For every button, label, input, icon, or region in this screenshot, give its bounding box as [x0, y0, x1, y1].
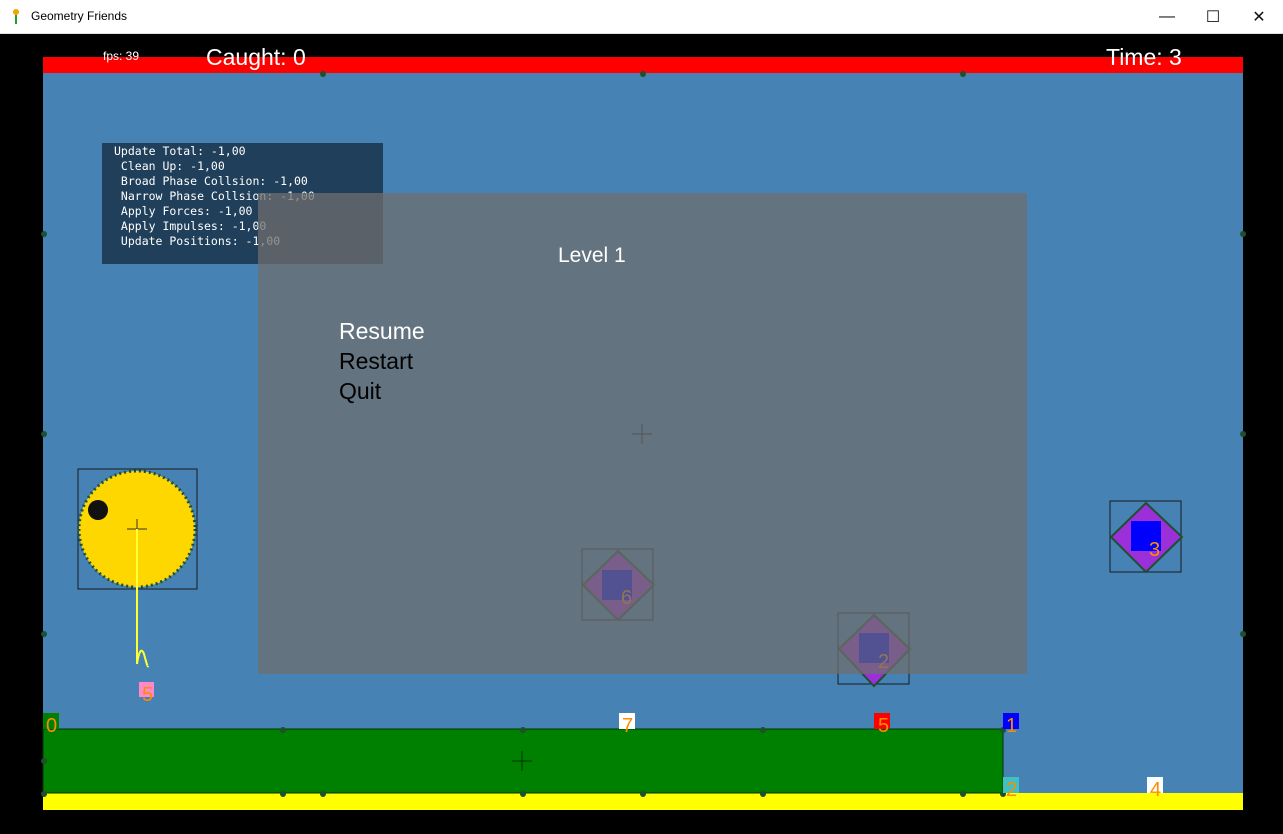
caught-counter: Caught: 0	[206, 44, 306, 70]
marker-label-2: 2	[1006, 779, 1018, 801]
time-counter: Time: 3	[1106, 44, 1182, 70]
marker-label-1: 1	[1006, 715, 1018, 737]
stat-clean-up: Clean Up: -1,00	[114, 159, 225, 173]
minimize-button[interactable]: —	[1144, 0, 1190, 33]
marker-label-7: 7	[622, 715, 634, 737]
menu-restart[interactable]: Restart	[339, 348, 413, 375]
ball-eye	[88, 500, 108, 520]
stat-update-total: Update Total: -1,00	[114, 144, 246, 158]
close-icon: ✕	[1252, 8, 1266, 26]
maximize-button[interactable]: ☐	[1190, 0, 1236, 33]
stat-broad-phase: Broad Phase Collsion: -1,00	[114, 174, 308, 188]
overlay-center-cross	[632, 424, 652, 444]
menu-quit[interactable]: Quit	[339, 378, 381, 405]
marker-label-5: 5	[878, 715, 890, 737]
window-title: Geometry Friends	[31, 9, 128, 23]
diamond-label-3: 3	[1149, 539, 1161, 561]
app-icon	[13, 9, 19, 24]
window-titlebar: Geometry Friends — ☐ ✕	[0, 0, 1283, 34]
game-canvas[interactable]: 0 7 5 1 2 4 6 3 2 5 fps: 39 Caught: 0 Ti…	[2, 34, 1282, 834]
fps-counter: fps: 39	[103, 49, 140, 63]
level-title: Level 1	[558, 244, 626, 267]
pause-menu-overlay	[258, 193, 1027, 674]
marker-label-4: 4	[1150, 779, 1162, 801]
minimize-icon: —	[1159, 7, 1175, 25]
ball-label: 5	[142, 684, 154, 706]
marker-label-0: 0	[46, 715, 58, 737]
close-button[interactable]: ✕	[1236, 0, 1282, 33]
maximize-icon: ☐	[1205, 8, 1221, 26]
menu-resume[interactable]: Resume	[339, 318, 425, 345]
